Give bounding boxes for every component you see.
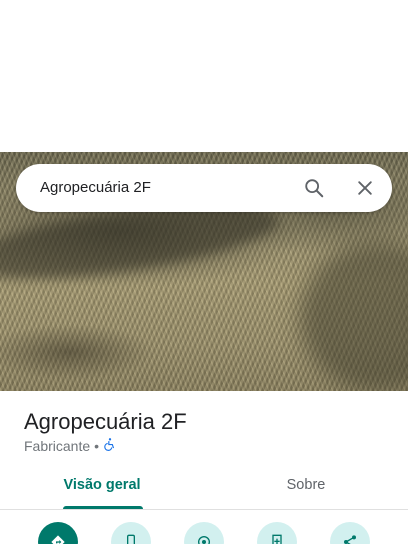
save-button[interactable] bbox=[257, 522, 297, 544]
place-title: Agropecuária 2F bbox=[24, 409, 187, 434]
search-icon[interactable] bbox=[302, 176, 326, 200]
close-icon[interactable] bbox=[353, 176, 377, 200]
tab-about[interactable]: Sobre bbox=[204, 466, 408, 510]
place-subtitle: Fabricante • bbox=[24, 437, 117, 454]
tab-bar: Visão geral Sobre bbox=[0, 466, 408, 510]
share-button[interactable] bbox=[330, 522, 370, 544]
place-category: Fabricante bbox=[24, 437, 91, 454]
save-icon bbox=[269, 534, 285, 544]
directions-icon bbox=[50, 534, 66, 544]
photo-shadow bbox=[300, 242, 408, 391]
phone-icon bbox=[123, 534, 139, 544]
location-icon bbox=[196, 534, 212, 544]
separator: • bbox=[94, 437, 100, 454]
directions-button[interactable] bbox=[38, 522, 78, 544]
active-tab-indicator bbox=[63, 506, 143, 509]
search-bar[interactable]: Agropecuária 2F bbox=[16, 164, 392, 212]
top-blank-area bbox=[0, 0, 408, 152]
tab-overview[interactable]: Visão geral bbox=[0, 466, 204, 510]
share-icon bbox=[342, 534, 358, 544]
wheelchair-icon bbox=[103, 437, 117, 454]
location-button[interactable] bbox=[184, 522, 224, 544]
action-bar bbox=[0, 522, 408, 544]
phone-button[interactable] bbox=[111, 522, 151, 544]
search-input[interactable]: Agropecuária 2F bbox=[40, 164, 151, 212]
